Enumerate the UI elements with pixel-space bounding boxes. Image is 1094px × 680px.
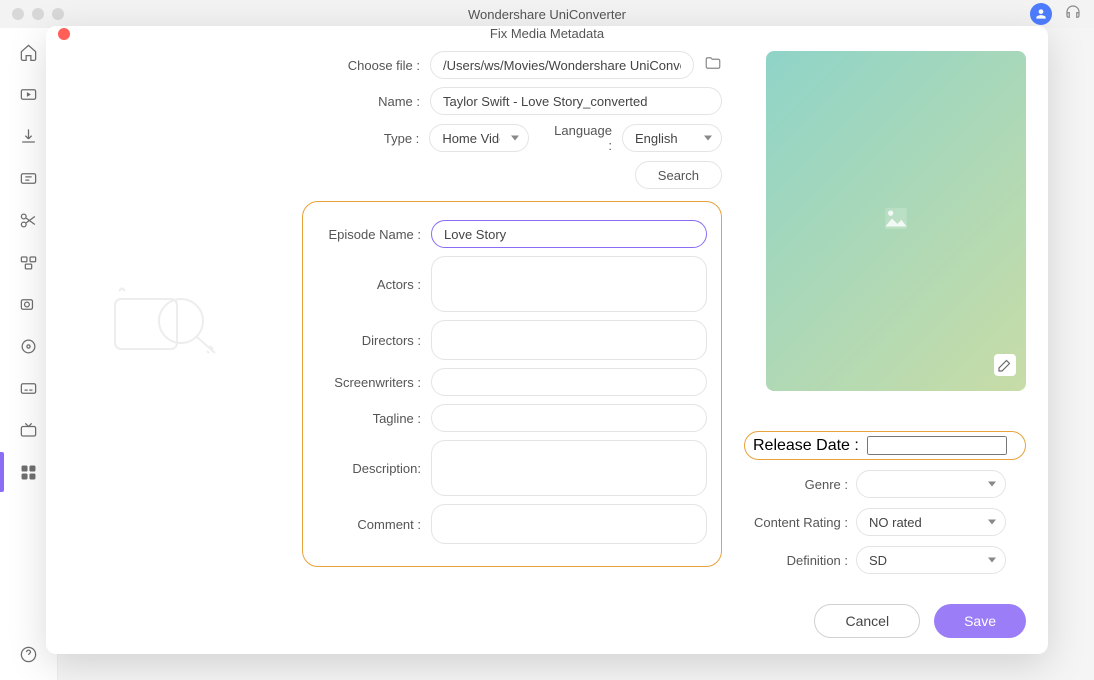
screenwriters-input[interactable] bbox=[431, 368, 707, 396]
compress-icon[interactable] bbox=[19, 168, 39, 188]
download-icon[interactable] bbox=[19, 126, 39, 146]
cancel-button[interactable]: Cancel bbox=[814, 604, 920, 638]
tagline-input[interactable] bbox=[431, 404, 707, 432]
window-traffic-lights[interactable] bbox=[12, 8, 64, 20]
search-illustration bbox=[60, 51, 280, 638]
burn-icon[interactable] bbox=[19, 336, 39, 356]
folder-icon[interactable] bbox=[704, 54, 722, 77]
close-icon[interactable] bbox=[58, 28, 70, 40]
search-button[interactable]: Search bbox=[635, 161, 722, 189]
episode-name-label: Episode Name : bbox=[303, 227, 421, 242]
comment-label: Comment : bbox=[303, 517, 421, 532]
choose-file-label: Choose file : bbox=[302, 58, 420, 73]
edit-thumbnail-icon[interactable] bbox=[994, 354, 1016, 381]
definition-select[interactable]: SD bbox=[856, 546, 1006, 574]
image-placeholder-icon bbox=[880, 203, 912, 240]
name-label: Name : bbox=[302, 94, 420, 109]
type-label: Type : bbox=[302, 131, 419, 146]
actors-input[interactable] bbox=[431, 256, 707, 312]
save-button[interactable]: Save bbox=[934, 604, 1026, 638]
content-rating-label: Content Rating : bbox=[744, 515, 848, 530]
fix-metadata-modal: Fix Media Metadata Choose file : Name : … bbox=[46, 26, 1048, 654]
tagline-label: Tagline : bbox=[303, 411, 421, 426]
record-icon[interactable] bbox=[19, 294, 39, 314]
details-highlight-box: Episode Name : Actors : Directors : Scre… bbox=[302, 201, 722, 567]
genre-select[interactable] bbox=[856, 470, 1006, 498]
description-label: Description: bbox=[303, 461, 421, 476]
app-titlebar: Wondershare UniConverter bbox=[0, 0, 1094, 28]
directors-label: Directors : bbox=[303, 333, 421, 348]
definition-label: Definition : bbox=[744, 553, 848, 568]
language-label: Language : bbox=[547, 123, 612, 153]
account-avatar-icon[interactable] bbox=[1030, 3, 1052, 25]
merge-icon[interactable] bbox=[19, 252, 39, 272]
home-icon[interactable] bbox=[19, 42, 39, 62]
directors-input[interactable] bbox=[431, 320, 707, 360]
release-date-input[interactable] bbox=[867, 436, 1007, 455]
support-headset-icon[interactable] bbox=[1064, 3, 1082, 26]
tv-icon[interactable] bbox=[19, 420, 39, 440]
cut-icon[interactable] bbox=[19, 210, 39, 230]
subtitle-icon[interactable] bbox=[19, 378, 39, 398]
modal-titlebar: Fix Media Metadata bbox=[46, 26, 1048, 41]
choose-file-input[interactable] bbox=[430, 51, 694, 79]
comment-input[interactable] bbox=[431, 504, 707, 544]
release-date-highlight: Release Date : bbox=[744, 431, 1026, 460]
episode-name-input[interactable] bbox=[431, 220, 707, 248]
convert-icon[interactable] bbox=[19, 84, 39, 104]
screenwriters-label: Screenwriters : bbox=[303, 375, 421, 390]
app-title: Wondershare UniConverter bbox=[468, 7, 626, 22]
genre-label: Genre : bbox=[744, 477, 848, 492]
release-date-label: Release Date : bbox=[753, 437, 859, 455]
language-select[interactable]: English bbox=[622, 124, 722, 152]
help-icon[interactable] bbox=[19, 644, 39, 664]
modal-title: Fix Media Metadata bbox=[490, 26, 604, 41]
name-input[interactable] bbox=[430, 87, 722, 115]
type-select[interactable]: Home Video bbox=[429, 124, 529, 152]
cover-thumbnail bbox=[766, 51, 1026, 391]
actors-label: Actors : bbox=[303, 277, 421, 292]
content-rating-select[interactable]: NO rated bbox=[856, 508, 1006, 536]
toolbox-icon[interactable] bbox=[19, 462, 39, 482]
description-input[interactable] bbox=[431, 440, 707, 496]
